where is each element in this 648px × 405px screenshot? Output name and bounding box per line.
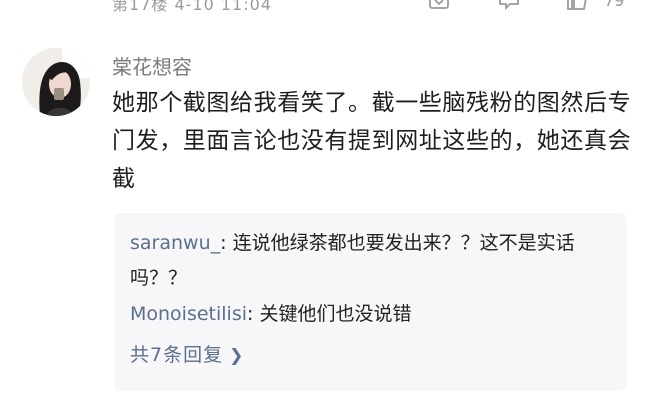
floor-timestamp: 第17楼 4-10 11:04: [112, 0, 272, 14]
reply-item[interactable]: Monoisetilisi: 关键他们也没说错: [130, 297, 590, 332]
avatar[interactable]: [22, 48, 90, 116]
reply-item[interactable]: saranwu_: 连说他绿茶都也要发出来？？这不是实话吗？？: [130, 226, 590, 296]
reply-author[interactable]: Monoisetilisi: [130, 303, 247, 325]
reply-icon[interactable]: [428, 0, 450, 10]
comment-author[interactable]: 棠花想容: [112, 51, 192, 80]
comment-content: 她那个截图给我看笑了。截一些脑残粉的图然后专门发，里面言论也没有提到网址这些的，…: [112, 90, 632, 192]
reply-text: : 关键他们也没说错: [247, 303, 412, 325]
avatar-image: [22, 48, 90, 116]
like-count: 79: [604, 0, 625, 10]
comment-icon[interactable]: [498, 0, 520, 10]
chevron-right-icon: ❯: [229, 346, 245, 366]
more-replies-label: 共7条回复: [130, 344, 224, 366]
previous-comment-footer: 第17楼 4-10 11:04 79: [0, 0, 648, 14]
more-replies-link[interactable]: 共7条回复 ❯: [130, 340, 244, 367]
reply-panel: saranwu_: 连说他绿茶都也要发出来？？这不是实话吗？？ Monoiset…: [114, 213, 626, 391]
like-icon[interactable]: [566, 0, 588, 10]
reply-author[interactable]: saranwu_: [130, 232, 220, 254]
